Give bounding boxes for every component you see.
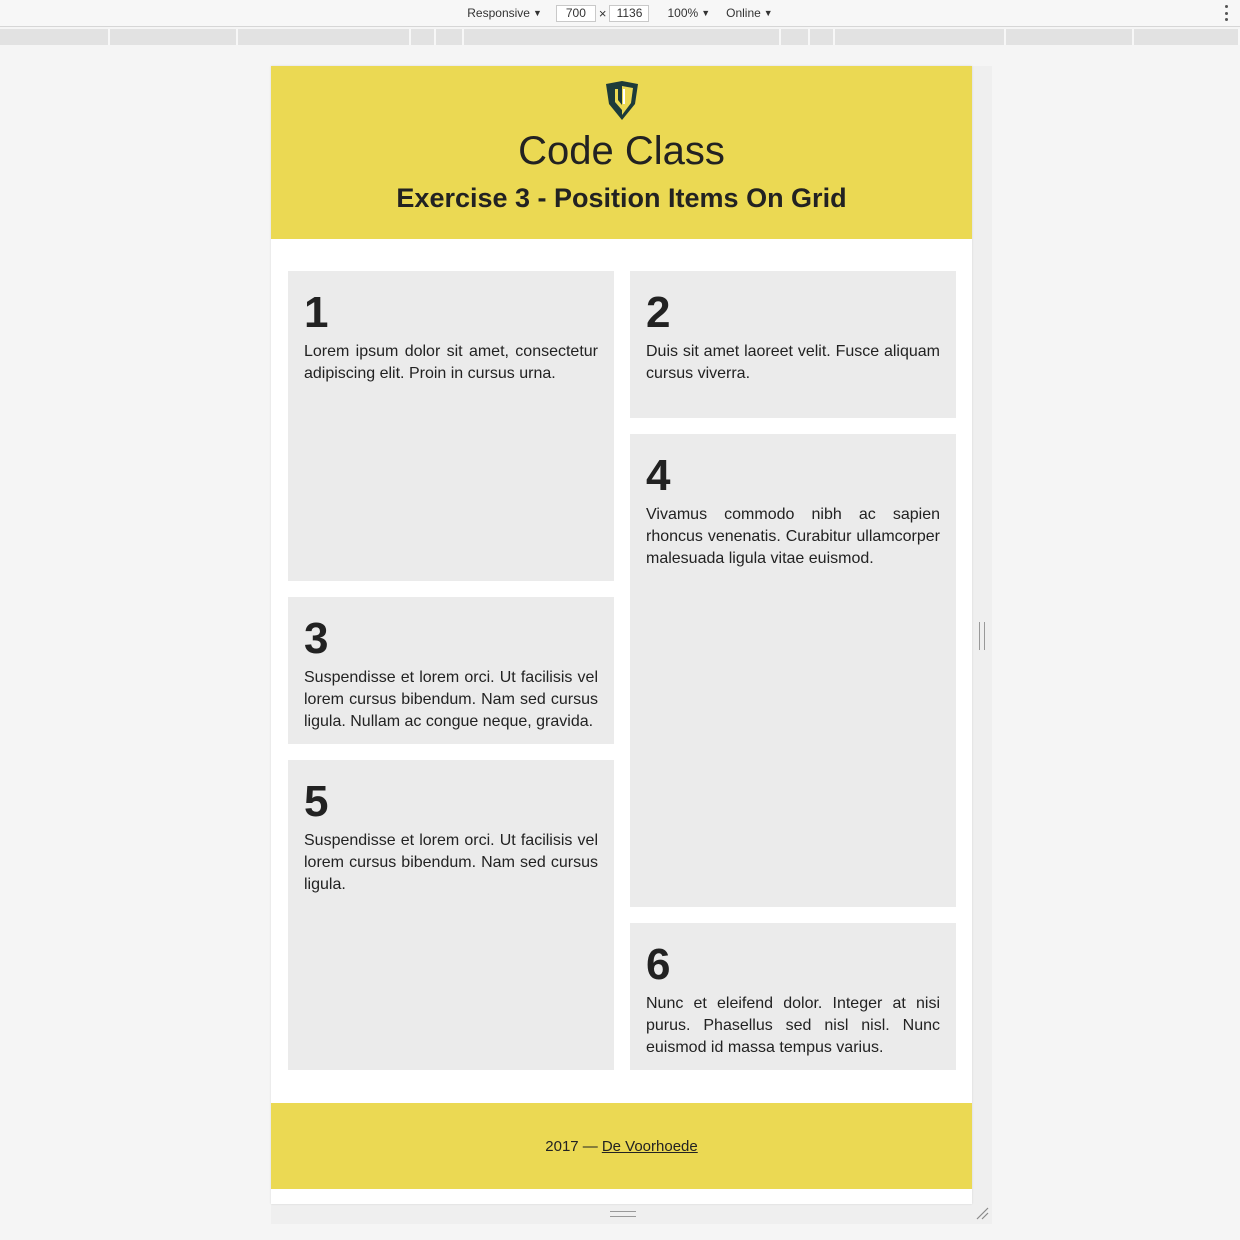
media-query-segment[interactable]	[238, 29, 411, 45]
card-grid: 1 Lorem ipsum dolor sit amet, consectetu…	[271, 271, 972, 1101]
media-query-segment[interactable]	[1134, 29, 1240, 45]
grid-item-6: 6 Nunc et eleifend dolor. Integer at nis…	[630, 923, 956, 1070]
footer-copyright: 2017 —	[545, 1137, 598, 1155]
card-text: Vivamus commodo nibh ac sapien rhoncus v…	[646, 506, 940, 567]
card-number: 2	[646, 288, 671, 337]
media-query-segment[interactable]	[1006, 29, 1134, 45]
chevron-down-icon: ▼	[532, 8, 542, 18]
site-footer: 2017 — De Voorhoede	[271, 1103, 972, 1189]
grid-item-4: 4 Vivamus commodo nibh ac sapien rhoncus…	[630, 434, 956, 907]
chevron-down-icon: ▼	[701, 8, 711, 18]
device-viewport: Code Class Exercise 3 - Position Items O…	[271, 66, 972, 1204]
media-query-segment[interactable]	[436, 29, 464, 45]
media-query-segment[interactable]	[781, 29, 810, 45]
resize-corner-icon[interactable]	[975, 1206, 989, 1220]
card-number: 1	[304, 288, 329, 337]
card-number: 3	[304, 614, 329, 663]
viewport-height-input[interactable]	[609, 4, 650, 22]
resize-handle-bottom[interactable]	[610, 1211, 636, 1217]
media-query-segment[interactable]	[810, 29, 835, 45]
resize-handle-right[interactable]	[979, 622, 985, 650]
card-text: Suspendisse et lorem orci. Ut facilisis …	[304, 832, 598, 893]
media-query-segment[interactable]	[835, 29, 1006, 45]
card-text: Nunc et eleifend dolor. Integer at nisi …	[646, 995, 940, 1056]
media-query-segment[interactable]	[0, 29, 110, 45]
viewport-width-input[interactable]	[555, 4, 596, 22]
zoom-label: 100%	[667, 6, 699, 20]
card-number: 5	[304, 777, 329, 826]
grid-item-1: 1 Lorem ipsum dolor sit amet, consectetu…	[288, 271, 614, 581]
grid-item-2: 2 Duis sit amet laoreet velit. Fusce ali…	[630, 271, 956, 418]
grid-item-3: 3 Suspendisse et lorem orci. Ut facilisi…	[288, 597, 614, 744]
throttling-dropdown[interactable]: Online ▼	[726, 6, 773, 20]
card-number: 4	[646, 451, 671, 500]
media-query-segment[interactable]	[411, 29, 436, 45]
media-query-segment[interactable]	[464, 29, 781, 45]
chevron-down-icon: ▼	[763, 8, 773, 18]
more-options-icon[interactable]	[1224, 5, 1228, 21]
card-text: Duis sit amet laoreet velit. Fusce aliqu…	[646, 343, 940, 382]
exercise-subtitle: Exercise 3 - Position Items On Grid	[396, 183, 847, 213]
card-text: Lorem ipsum dolor sit amet, consectetur …	[304, 343, 598, 382]
throttling-label: Online	[726, 6, 761, 20]
card-text: Suspendisse et lorem orci. Ut facilisis …	[304, 669, 598, 730]
zoom-dropdown[interactable]: 100% ▼	[667, 6, 710, 20]
footer-link-de-voorhoede[interactable]: De Voorhoede	[602, 1138, 698, 1155]
card-number: 6	[646, 940, 671, 989]
site-header: Code Class Exercise 3 - Position Items O…	[271, 66, 972, 239]
shield-logo-icon	[605, 81, 638, 120]
media-query-bar	[0, 29, 1240, 45]
device-toolbar: Responsive ▼ × 100% ▼ Online ▼	[0, 0, 1240, 27]
device-mode-label: Responsive	[467, 6, 530, 20]
site-title: Code Class	[518, 129, 725, 173]
dimension-separator: ×	[598, 5, 607, 21]
media-query-segment[interactable]	[110, 29, 238, 45]
grid-item-5: 5 Suspendisse et lorem orci. Ut facilisi…	[288, 760, 614, 1070]
device-mode-dropdown[interactable]: Responsive ▼	[467, 6, 542, 20]
